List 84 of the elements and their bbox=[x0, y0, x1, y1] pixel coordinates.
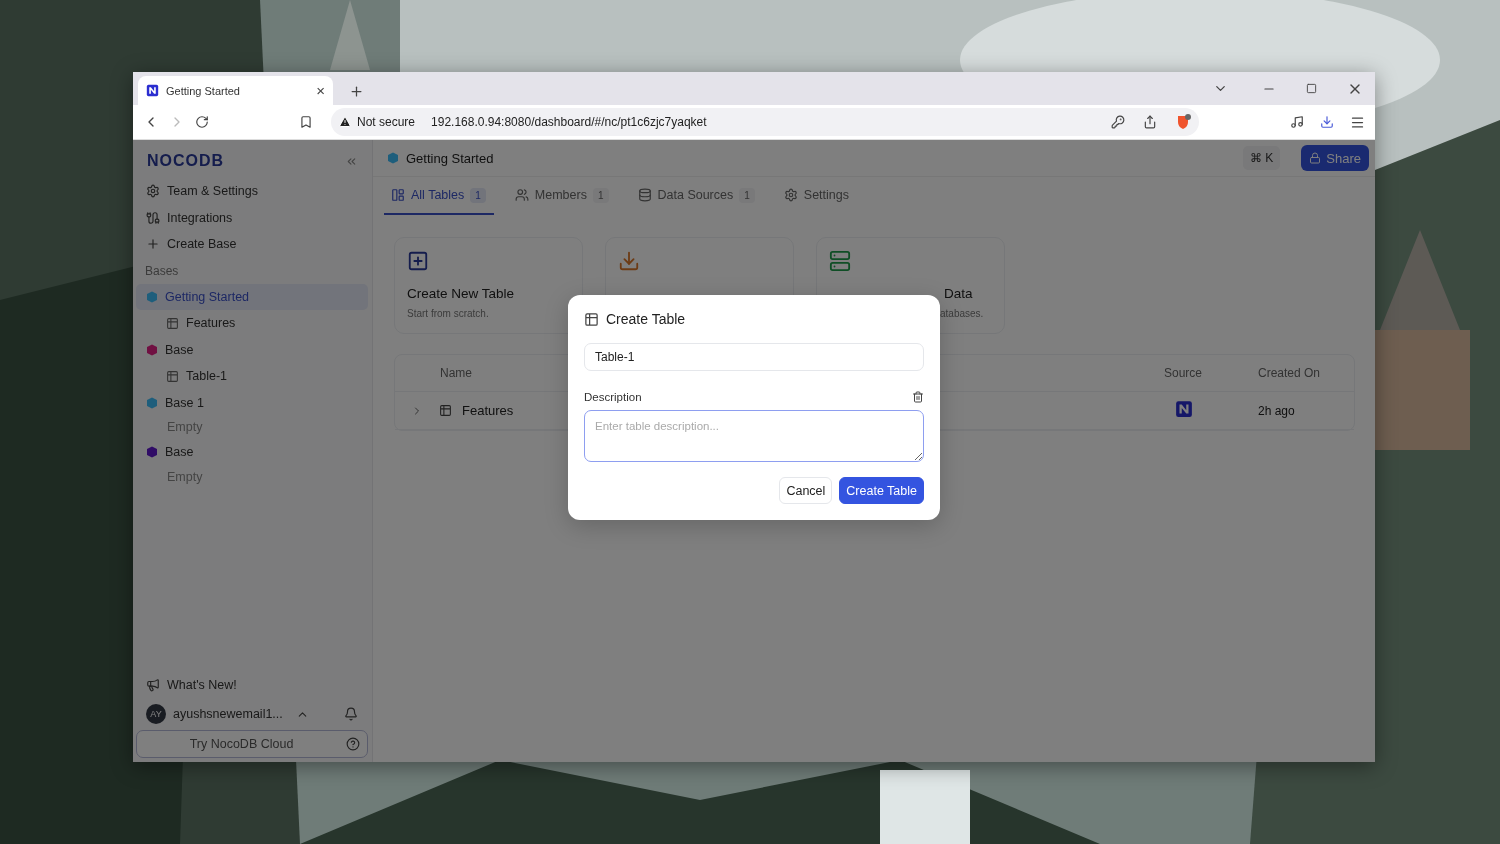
nav-item[interactable]: Create Base bbox=[136, 231, 368, 258]
tab-label: Data Sources bbox=[657, 188, 734, 202]
column-header: Name bbox=[439, 366, 473, 380]
database-icon bbox=[637, 188, 652, 202]
base-icon bbox=[387, 152, 399, 164]
created-time: 2h ago bbox=[1257, 403, 1296, 418]
page-title: Getting Started bbox=[406, 150, 494, 166]
column-header: Created On bbox=[1257, 366, 1322, 380]
settings-icon bbox=[783, 188, 798, 202]
app-logo-icon bbox=[146, 84, 159, 97]
dialog-title: Create Table bbox=[606, 311, 686, 327]
base-item[interactable]: Base bbox=[136, 439, 368, 466]
tab[interactable]: Members 1 bbox=[507, 177, 617, 215]
table-icon bbox=[166, 369, 179, 383]
tab-label: Members bbox=[534, 188, 587, 202]
base-item[interactable]: Getting Started bbox=[136, 283, 368, 310]
description-field[interactable]: Enter table description... bbox=[584, 410, 924, 462]
section-label: Bases bbox=[144, 262, 180, 280]
nav-item[interactable]: Team & Settings bbox=[136, 178, 368, 205]
megaphone-icon bbox=[146, 677, 160, 692]
menu-icon[interactable] bbox=[1350, 114, 1365, 130]
trash-icon[interactable] bbox=[912, 391, 924, 403]
music-icon[interactable] bbox=[1290, 115, 1304, 129]
download-icon bbox=[618, 250, 640, 272]
create-button[interactable]: Create Table bbox=[839, 477, 924, 504]
table-name-field[interactable]: Table-1 bbox=[584, 343, 924, 371]
count-badge: 1 bbox=[739, 187, 755, 203]
shield-icon[interactable] bbox=[1175, 114, 1191, 130]
table-icon bbox=[166, 316, 179, 330]
share-icon[interactable] bbox=[1143, 115, 1157, 129]
bell-icon[interactable] bbox=[344, 707, 358, 721]
column-header: Source bbox=[1164, 366, 1204, 380]
warning-icon bbox=[339, 116, 351, 128]
cancel-button[interactable]: Cancel bbox=[779, 477, 833, 504]
source-icon bbox=[1175, 400, 1193, 418]
bookmark-icon[interactable] bbox=[299, 115, 313, 129]
maximize-icon[interactable] bbox=[1306, 83, 1317, 94]
layout-icon bbox=[391, 188, 405, 202]
shortcut-button[interactable]: ⌘ K bbox=[1242, 146, 1281, 170]
table-name[interactable]: Features bbox=[462, 403, 514, 418]
table-item[interactable]: Table-1 bbox=[136, 363, 368, 390]
url-text: 192.168.0.94:8080/dashboard/#/nc/pt1c6zjc7yaqket bbox=[431, 115, 708, 129]
address-bar[interactable]: Not secure 192.168.0.94:8080/dashboard/#/nc/pt1c6zjc7yaqket bbox=[331, 108, 1199, 136]
tab-label: All Tables bbox=[411, 188, 465, 202]
tab-label: Settings bbox=[803, 188, 849, 202]
count-badge: 1 bbox=[592, 187, 609, 203]
count-badge: 1 bbox=[470, 187, 486, 203]
card-title: Data bbox=[944, 286, 974, 301]
table-icon bbox=[439, 404, 452, 417]
field-label: Description bbox=[584, 391, 642, 403]
key-icon[interactable] bbox=[1111, 115, 1125, 129]
base-item[interactable]: Base bbox=[136, 336, 368, 363]
plus-icon bbox=[146, 237, 160, 252]
share-button[interactable]: Share bbox=[1301, 145, 1369, 171]
integrations-icon bbox=[146, 210, 160, 225]
server-icon bbox=[829, 250, 851, 272]
reload-icon[interactable] bbox=[195, 115, 209, 129]
table-item[interactable]: Features bbox=[136, 310, 368, 337]
try-cloud-button[interactable]: Try NocoDB Cloud bbox=[136, 730, 368, 758]
tab[interactable]: Data Sources 1 bbox=[630, 177, 763, 215]
logo: NOCODB bbox=[147, 152, 225, 170]
browser-tab[interactable]: Getting Started × bbox=[138, 76, 333, 105]
plus-square-icon bbox=[407, 250, 429, 272]
whats-new-link[interactable]: What's New! bbox=[136, 671, 368, 698]
empty-label: Empty bbox=[166, 419, 204, 436]
empty-label: Empty bbox=[166, 468, 204, 486]
users-icon bbox=[514, 188, 529, 202]
card-description: atabases. bbox=[940, 308, 985, 319]
tab[interactable]: All Tables 1 bbox=[384, 177, 494, 215]
table-icon bbox=[584, 311, 599, 327]
new-tab-icon[interactable] bbox=[349, 84, 364, 99]
card-description: Start from scratch. bbox=[407, 308, 490, 319]
nav-item[interactable]: Integrations bbox=[136, 204, 368, 231]
tab[interactable]: Settings bbox=[776, 177, 857, 215]
user-name[interactable]: ayushsnewemail1... bbox=[173, 707, 283, 721]
avatar[interactable]: AY bbox=[146, 704, 166, 724]
help-icon[interactable] bbox=[346, 737, 360, 751]
card-title: Create New Table bbox=[407, 286, 516, 301]
settings-icon bbox=[146, 184, 160, 199]
security-label: Not secure bbox=[357, 115, 416, 129]
close-icon[interactable]: × bbox=[316, 82, 325, 99]
base-item[interactable]: Base 1 bbox=[136, 389, 368, 416]
download-icon[interactable] bbox=[1320, 115, 1334, 129]
lock-icon bbox=[1309, 152, 1322, 164]
